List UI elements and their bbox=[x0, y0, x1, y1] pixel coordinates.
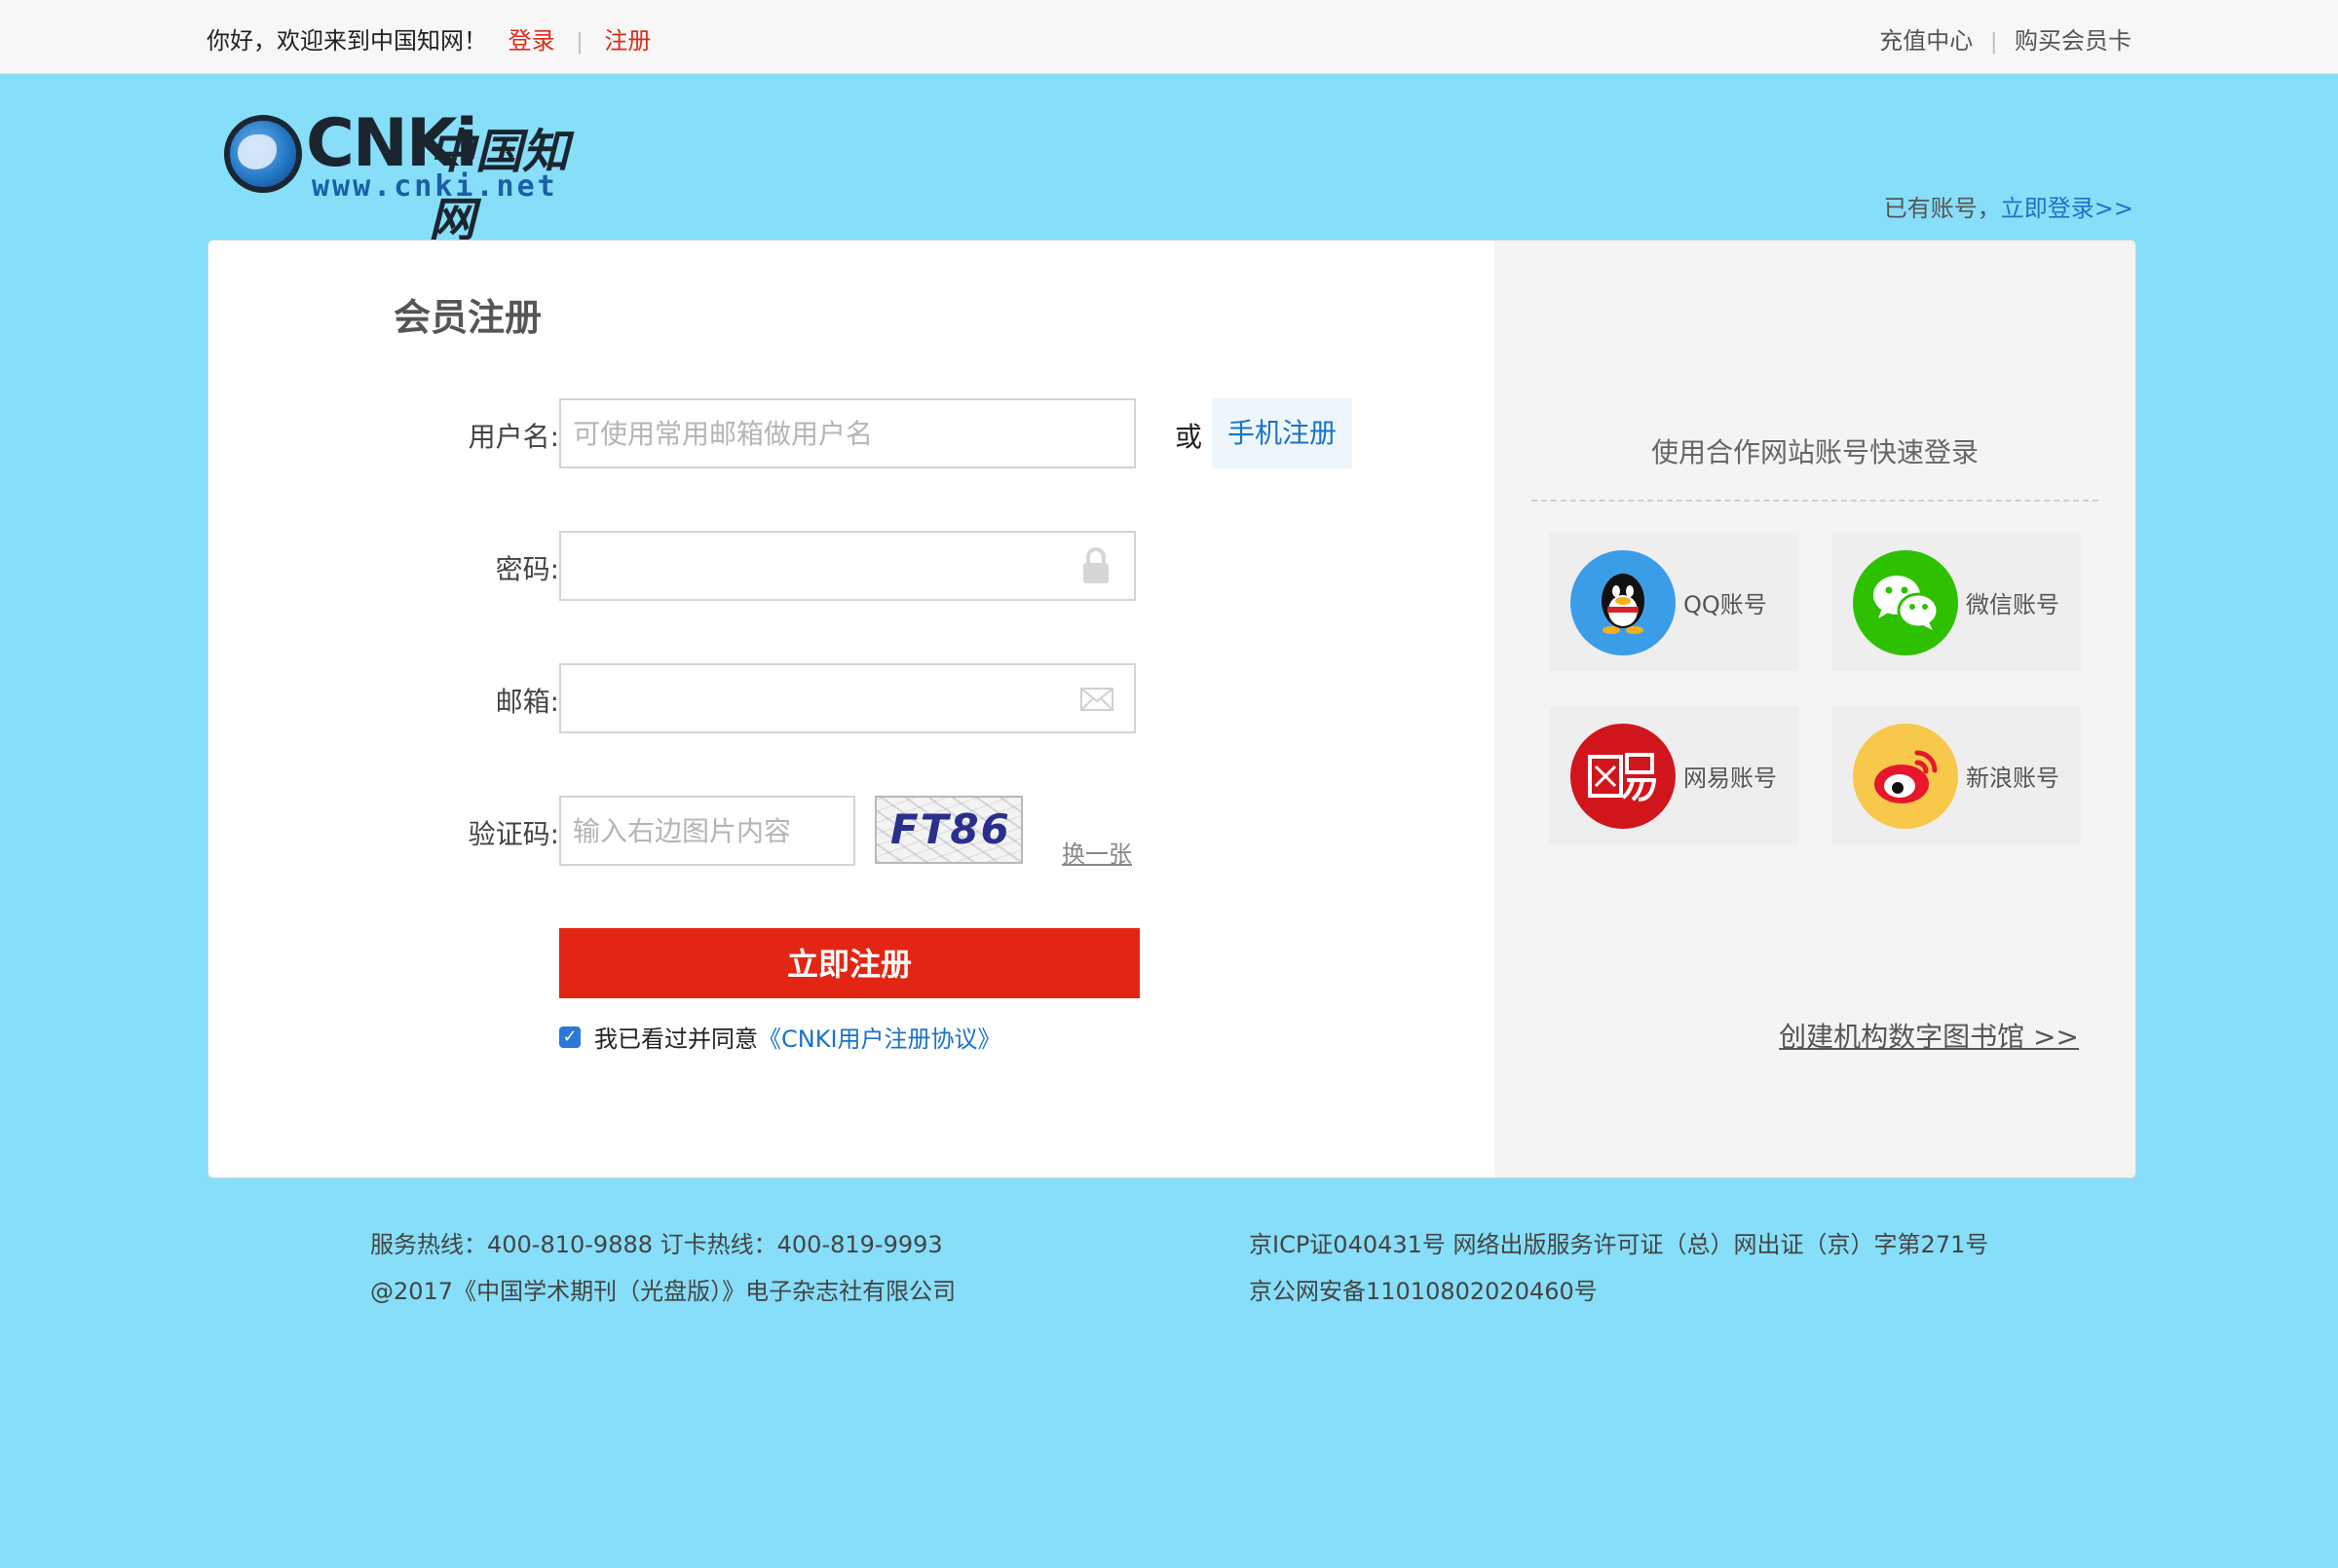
wechat-login-tile[interactable]: 微信账号 bbox=[1831, 533, 2081, 671]
create-library-link[interactable]: 创建机构数字图书馆 >> bbox=[1779, 1016, 2079, 1055]
netease-login-tile[interactable]: 网易账号 bbox=[1549, 706, 1798, 844]
side-divider bbox=[1531, 500, 2098, 502]
register-link[interactable]: 注册 bbox=[604, 27, 651, 55]
agreement-link[interactable]: 《CNKI用户注册协议》 bbox=[758, 1020, 1001, 1054]
top-separator: | bbox=[576, 30, 584, 55]
agree-checkbox[interactable]: ✓ bbox=[559, 1026, 581, 1048]
top-right-separator: | bbox=[1989, 30, 1998, 55]
register-submit-button[interactable]: 立即注册 bbox=[559, 928, 1140, 998]
logo-url: www.cnki.net bbox=[312, 169, 558, 204]
password-input[interactable] bbox=[559, 531, 1136, 601]
weibo-login-tile[interactable]: 新浪账号 bbox=[1831, 706, 2081, 844]
lock-icon bbox=[1083, 547, 1109, 583]
username-label: 用户名: bbox=[468, 421, 559, 453]
qq-label: QQ账号 bbox=[1683, 591, 1767, 618]
email-input[interactable] bbox=[559, 663, 1136, 733]
qq-icon bbox=[1570, 550, 1676, 655]
captcha-text: FT86 bbox=[890, 805, 1011, 853]
refresh-captcha-link[interactable]: 换一张 bbox=[1062, 835, 1132, 869]
password-label: 密码: bbox=[495, 553, 559, 585]
mail-icon bbox=[1080, 688, 1113, 711]
globe-icon bbox=[224, 115, 302, 193]
netease-label: 网易账号 bbox=[1683, 765, 1777, 792]
email-label: 邮箱: bbox=[495, 686, 559, 718]
or-text: 或 bbox=[1175, 421, 1203, 453]
footer-right: 京ICP证040431号 网络出版服务许可证（总）网出证（京）字第271号 京公… bbox=[1249, 1221, 1988, 1315]
form-title: 会员注册 bbox=[394, 296, 543, 339]
buy-card-link[interactable]: 购买会员卡 bbox=[2015, 27, 2131, 55]
register-card: 会员注册 用户名: 或 手机注册 密码: 邮箱: 验证码: FT86 换一张 立… bbox=[207, 240, 2136, 1178]
captcha-input[interactable] bbox=[559, 796, 855, 866]
footer-icp[interactable]: 京ICP证040431号 网络出版服务许可证（总）网出证（京）字第271号 bbox=[1249, 1221, 1988, 1268]
phone-register-button[interactable]: 手机注册 bbox=[1212, 398, 1352, 468]
top-right-links: 充值中心 | 购买会员卡 bbox=[1879, 21, 2131, 56]
captcha-image[interactable]: FT86 bbox=[875, 796, 1023, 864]
top-bar: 你好，欢迎来到中国知网！ 登录 | 注册 充值中心 | 购买会员卡 bbox=[0, 0, 2338, 74]
third-party-title: 使用合作网站账号快速登录 bbox=[1650, 436, 1979, 468]
footer-hotline: 服务热线：400-810-9888 订卡热线：400-819-9993 bbox=[370, 1231, 943, 1258]
footer-left: 服务热线：400-810-9888 订卡热线：400-819-9993 @201… bbox=[370, 1221, 956, 1315]
greeting-area: 你好，欢迎来到中国知网！ 登录 | 注册 bbox=[207, 21, 651, 56]
qq-login-tile[interactable]: QQ账号 bbox=[1549, 533, 1798, 671]
username-input[interactable] bbox=[559, 398, 1136, 468]
cnki-logo[interactable]: CNKi 中国知网 www.cnki.net bbox=[222, 105, 612, 247]
wechat-icon bbox=[1853, 550, 1958, 655]
weibo-icon bbox=[1853, 724, 1958, 829]
greeting-text: 你好，欢迎来到中国知网！ bbox=[207, 27, 487, 55]
login-now-link[interactable]: 立即登录>> bbox=[2001, 195, 2133, 222]
have-account-text: 已有账号， bbox=[1883, 195, 2001, 222]
netease-icon bbox=[1570, 724, 1676, 829]
have-account: 已有账号，立即登录>> bbox=[1884, 189, 2133, 223]
captcha-label: 验证码: bbox=[468, 818, 559, 850]
agreement-row: ✓ 我已看过并同意 《CNKI用户注册协议》 bbox=[559, 1020, 1001, 1054]
recharge-link[interactable]: 充值中心 bbox=[1879, 27, 1973, 55]
third-party-login-panel: 使用合作网站账号快速登录 QQ账号 微信账号 网易账号 新浪账号 创建机构数字图… bbox=[1494, 241, 2135, 1177]
wechat-label: 微信账号 bbox=[1966, 591, 2059, 618]
agree-text: 我已看过并同意 bbox=[594, 1026, 758, 1053]
weibo-label: 新浪账号 bbox=[1966, 765, 2059, 792]
footer-police[interactable]: 京公网安备11010802020460号 bbox=[1249, 1268, 1988, 1315]
login-link[interactable]: 登录 bbox=[509, 27, 555, 55]
footer-copyright: @2017《中国学术期刊（光盘版）》电子杂志社有限公司 bbox=[370, 1278, 957, 1305]
